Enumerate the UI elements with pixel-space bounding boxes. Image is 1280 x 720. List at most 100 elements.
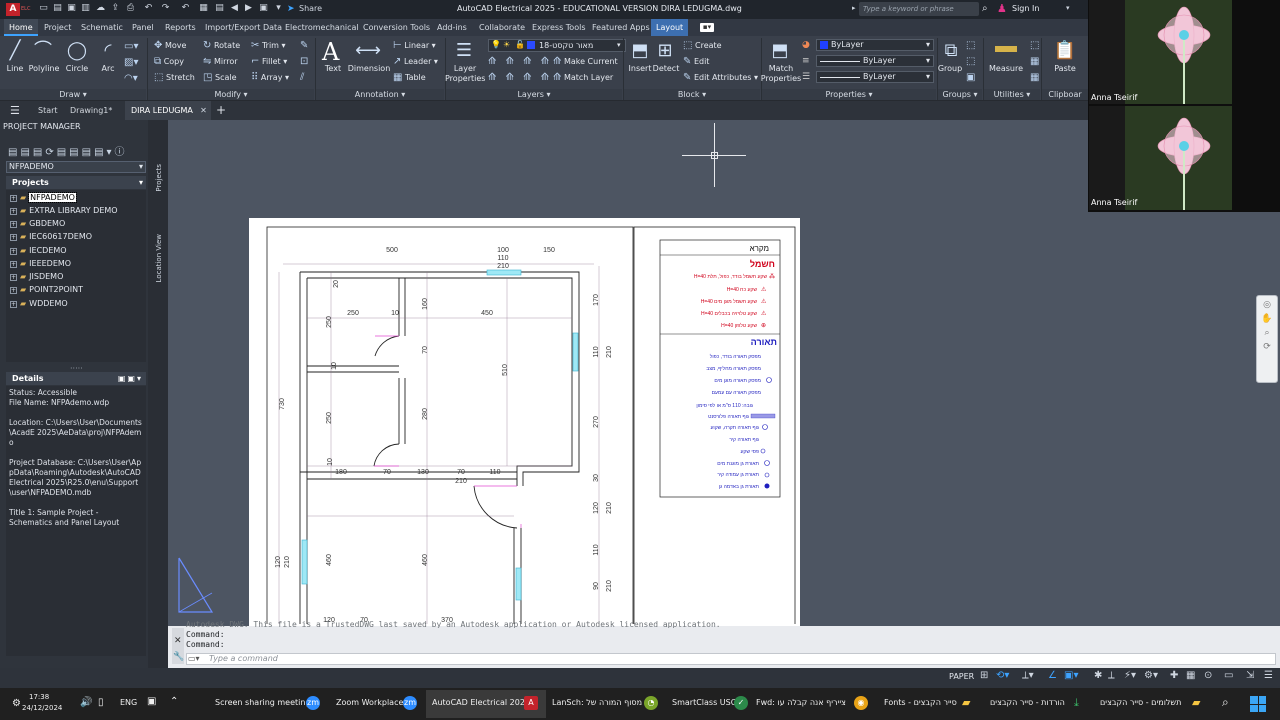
expand-icon[interactable]: + <box>10 221 17 228</box>
details-options-icon[interactable]: ▣▣▾ <box>118 372 143 385</box>
arc-icon[interactable]: ◜ <box>95 40 121 62</box>
id-point-icon[interactable]: ▦ <box>1030 72 1039 83</box>
layer-tools-row2-icon[interactable]: ⟰ ⟰ ⟰ ⟰ <box>488 72 552 83</box>
tab-electromechanical[interactable]: Electromechanical <box>280 19 364 36</box>
tree-item-ieeedemo[interactable]: + ▰ IEEEDEMO <box>10 257 71 270</box>
print-icon[interactable]: ⎙ <box>125 3 136 14</box>
vtab-location-view[interactable]: Location View <box>155 234 163 282</box>
osnap-icon[interactable]: ▣▾ <box>1064 670 1078 681</box>
clean-screen-icon[interactable]: ⇲ <box>1246 670 1254 681</box>
boundary-icon[interactable]: ◠▾ <box>124 73 138 84</box>
circle-icon[interactable]: ◯ <box>64 40 90 62</box>
group-button[interactable]: Group <box>936 64 964 74</box>
measure-button[interactable]: Measure <box>986 64 1026 74</box>
color-wheel-icon[interactable]: ◕ <box>802 40 810 50</box>
insert-button[interactable]: Insert <box>627 64 653 74</box>
gear-icon[interactable]: ⚙▾ <box>1144 670 1158 681</box>
clipboard-panel-label[interactable]: Clipboar <box>1042 89 1088 100</box>
chrome-icon[interactable]: ◉ <box>854 696 868 710</box>
taskbar-item-zoom[interactable]: Zoom Workplace <box>336 698 403 707</box>
annotation-panel-label[interactable]: Annotation ▾ <box>316 89 444 100</box>
copy-button[interactable]: ⧉ Copy <box>154 56 184 68</box>
tab-layout[interactable]: Layout <box>651 19 689 36</box>
vtab-projects[interactable]: Projects <box>155 164 163 192</box>
ortho-icon[interactable]: ⟂▾ <box>1022 670 1034 681</box>
tab-schematic[interactable]: Schematic <box>76 19 128 36</box>
close-icon[interactable]: ✕ <box>174 636 182 646</box>
paper-space-button[interactable]: PAPER <box>949 672 974 681</box>
notification-icon[interactable]: ▣ <box>147 696 156 707</box>
grid-icon[interactable]: ⊞ <box>980 670 988 681</box>
tree-item-gbdemo[interactable]: + ▰ GBDEMO <box>10 217 65 230</box>
folder-icon[interactable]: ▤ <box>214 3 225 14</box>
expand-icon[interactable]: + <box>10 248 17 255</box>
color-dropdown[interactable]: ByLayer ▾ <box>816 39 934 51</box>
smartclass-icon[interactable]: ✓ <box>734 696 748 710</box>
paste-icon[interactable]: 📋 <box>1052 40 1078 62</box>
video-tile-1[interactable]: Anna Tseirif <box>1089 0 1232 104</box>
make-current-button[interactable]: ⟰ Make Current <box>553 56 618 68</box>
array-button[interactable]: ⠿ Array ▾ <box>251 72 289 84</box>
search-icon[interactable]: ⌕ <box>982 3 988 14</box>
leader-button[interactable]: ↗ Leader ▾ <box>393 56 438 68</box>
taskbar-item-screen-sharing[interactable]: Screen sharing meeting <box>215 698 311 707</box>
fillet-button[interactable]: ⌐ Fillet ▾ <box>251 56 287 68</box>
fullscreen-icon[interactable]: ▭ <box>1224 670 1233 681</box>
group-edit-icon[interactable]: ⬚ <box>966 56 975 67</box>
expand-icon[interactable]: + <box>10 301 17 308</box>
layer-tools-row1-icon[interactable]: ⟰ ⟰ ⟰ ⟰ <box>488 56 552 67</box>
polyline-icon[interactable]: ⌒ <box>30 40 56 62</box>
tree-item-iec60617demo[interactable]: + ▰ IEC60617DEMO <box>10 230 92 243</box>
tree-item-iecdemo[interactable]: + ▰ IECDEMO <box>10 244 67 257</box>
volume-icon[interactable]: 🔊 <box>80 697 92 708</box>
circle-button[interactable]: Circle <box>62 64 92 74</box>
text-icon[interactable]: A <box>322 38 339 66</box>
tab-home[interactable]: Home <box>4 19 38 36</box>
user-icon[interactable]: ♟ <box>997 2 1007 16</box>
utilities-panel-label[interactable]: Utilities ▾ <box>984 89 1040 100</box>
video-tile-2[interactable]: Anna Tseirif <box>1089 106 1232 210</box>
modify-panel-label[interactable]: Modify ▾ <box>148 89 314 100</box>
tab-drawing1[interactable]: Drawing1* <box>64 101 118 120</box>
group-select-icon[interactable]: ▣ <box>966 72 975 83</box>
layer-dropdown[interactable]: 💡 ☀ 🔓 מאור טקסט-18 ▾ <box>488 39 626 52</box>
lineweight-icon[interactable]: ☰ <box>802 72 810 82</box>
network-icon[interactable]: ▯ <box>98 697 104 708</box>
trim-button[interactable]: ✂ Trim ▾ <box>251 40 286 52</box>
taskbar-item-autocad[interactable]: AutoCAD Electrical 2025 <box>432 698 530 707</box>
line-icon[interactable]: ╱ <box>2 40 28 62</box>
close-icon[interactable]: ✕ <box>200 101 207 120</box>
signin-dropdown-icon[interactable]: ▾ <box>1066 4 1070 12</box>
dimension-icon[interactable]: ⟷ <box>355 40 381 62</box>
menu-icon[interactable]: ☰ <box>10 104 20 117</box>
taskbar-item-email[interactable]: Fwd: צייריף אנה קבלה עו <box>756 698 846 707</box>
expand-search-icon[interactable]: ▸ <box>852 4 856 12</box>
command-input[interactable]: Type a command <box>186 653 1276 665</box>
tree-item-wddemo[interactable]: + ▰ WDDEMO <box>10 297 68 310</box>
edit-attributes-button[interactable]: ✎ Edit Attributes ▾ <box>683 72 758 84</box>
search-icon[interactable]: ⌕ <box>1222 695 1229 710</box>
tab-panel[interactable]: Panel <box>127 19 159 36</box>
workspace-icon[interactable]: ⚡▾ <box>1124 670 1136 681</box>
expand-icon[interactable]: + <box>10 208 17 215</box>
save-icon[interactable]: ▣ <box>66 3 77 14</box>
draw-panel-label[interactable]: Draw ▾ <box>0 89 146 100</box>
download-icon[interactable]: ⤓ <box>1074 696 1079 710</box>
tree-item-jisdemo[interactable]: + ▰ JISDEMO <box>10 270 63 283</box>
tree-item-nfpademo[interactable]: + ▰ NFPADEMO <box>10 191 77 204</box>
cloud-icon[interactable]: ☁ <box>95 3 106 14</box>
move-button[interactable]: ✥ Move <box>154 40 186 52</box>
tab-express-tools[interactable]: Express Tools <box>527 19 591 36</box>
annotation-scale-icon[interactable]: ✱ <box>1094 670 1102 681</box>
new-file-icon[interactable]: ▭ <box>38 3 49 14</box>
match-properties-icon[interactable]: ⬒ <box>767 40 793 62</box>
language-indicator[interactable]: ENG <box>120 698 137 707</box>
table-button[interactable]: ▦ Table <box>393 72 426 84</box>
layer-properties-button[interactable]: Layer Properties <box>445 64 485 84</box>
expand-icon[interactable]: + <box>10 274 17 281</box>
undo-icon[interactable]: ↶ <box>143 3 154 14</box>
expand-icon[interactable]: + <box>10 261 17 268</box>
navigation-bar[interactable]: ◎ ✋ ⌕ ⟳ <box>1256 295 1278 383</box>
insert-icon[interactable]: ⬒ <box>627 40 653 62</box>
taskbar-item-payments[interactable]: תשלומים - סייר הקבצים <box>1100 698 1181 707</box>
